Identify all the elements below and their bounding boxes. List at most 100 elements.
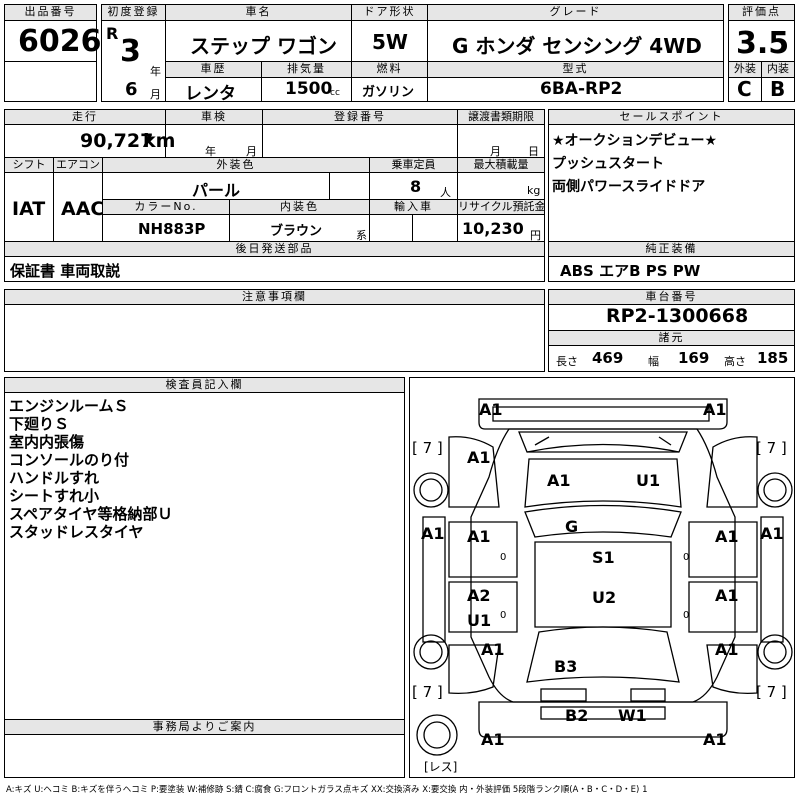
ac: AAC	[61, 198, 105, 220]
equipment-header: 純正装備	[548, 241, 795, 257]
recycle-header: リサイクル預託金	[457, 199, 545, 215]
exterior-color: パール	[192, 181, 241, 200]
damage-mark: A1	[703, 400, 727, 419]
max-load-unit: kg	[527, 184, 541, 197]
door-type: 5W	[372, 30, 408, 54]
plate-header: 登録番号	[262, 109, 458, 125]
shift-header: シフト	[4, 157, 54, 173]
interior-color-header: 内装色	[229, 199, 370, 215]
plate-cell	[262, 124, 458, 158]
later-parts-header: 後日発送部品	[4, 241, 545, 257]
damage-mark: U1	[636, 471, 661, 490]
model-header: 型式	[427, 61, 724, 78]
office-cell	[4, 734, 405, 778]
chassis-number: RP2-1300668	[606, 305, 749, 327]
door-zero: 0	[683, 610, 690, 621]
import-sub-cell	[369, 214, 413, 242]
damage-mark: B2	[565, 706, 589, 725]
damage-mark: A1	[715, 640, 739, 659]
exterior-grade: C	[737, 77, 752, 101]
max-load-header: 最大積載量	[457, 157, 545, 173]
inspector-header: 検査員記入欄	[4, 377, 405, 393]
damage-mark: U1	[467, 611, 492, 630]
seats: 8	[410, 177, 422, 196]
damage-mark: S1	[592, 548, 615, 567]
fuel: ガソリン	[362, 85, 415, 100]
score-header: 評価点	[728, 4, 795, 21]
notes-cell	[4, 304, 545, 372]
inspector-line-8: スタッドレスタイヤ	[9, 523, 144, 541]
damage-mark: A1	[703, 730, 727, 749]
history: レンタ	[185, 84, 236, 104]
mileage-header: 走行	[4, 109, 166, 125]
reg-month: 6	[125, 79, 138, 100]
seats-unit: 人	[440, 186, 451, 199]
seats-header: 乗車定員	[369, 157, 458, 173]
damage-mark: U2	[592, 588, 617, 607]
damage-mark: A1	[481, 640, 505, 659]
door-zero: 0	[500, 552, 507, 563]
lot-blank-cell	[4, 61, 97, 102]
notes-header: 注意事項欄	[4, 289, 545, 305]
lot-number-header: 出品番号	[4, 4, 97, 21]
car-name: ステップ ワゴン	[190, 34, 337, 58]
damage-mark: A1	[547, 471, 571, 490]
spare-tire-label: [レス]	[424, 760, 458, 774]
import-header: 輸入車	[369, 199, 458, 215]
model-code: 6BA-RP2	[540, 79, 623, 99]
office-header: 事務局よりご案内	[4, 719, 405, 735]
color-sub-cell	[329, 172, 370, 200]
fuel-header: 燃料	[351, 61, 428, 78]
inspection-header: 車検	[165, 109, 263, 125]
year-unit: 年	[150, 65, 161, 78]
first-registration-header: 初度登録	[101, 4, 166, 21]
damage-mark: A1	[479, 400, 503, 419]
tire-tread-rr: [ 7 ]	[756, 683, 787, 701]
damage-mark: A1	[481, 730, 505, 749]
color-header: 外装色	[102, 157, 370, 173]
tire-tread-fl: [ 7 ]	[412, 439, 443, 457]
damage-mark: A1	[467, 448, 491, 467]
month-unit: 月	[150, 88, 161, 101]
damage-mark: A1	[715, 586, 739, 605]
damage-mark: A1	[715, 527, 739, 546]
shift: IAT	[12, 198, 46, 220]
ac-header: エアコン	[53, 157, 103, 173]
equipment: ABS エアB PS PW	[560, 262, 701, 280]
lot-number: 6026	[18, 24, 102, 59]
sales-line-1: ★オークションデビュー★	[552, 133, 718, 149]
car-name-header: 車名	[165, 4, 352, 21]
interior-grade: B	[770, 77, 786, 101]
grade-header: グレード	[427, 4, 724, 21]
interior-header: 内装	[761, 61, 795, 78]
damage-mark: A1	[467, 527, 491, 546]
specs-header: 諸元	[548, 330, 795, 346]
chassis-header: 車台番号	[548, 289, 795, 305]
damage-mark: A1	[760, 524, 784, 543]
legend: A:キズ U:ヘコミ B:キズを伴うヘコミ P:要塗装 W:補修跡 S:錆 C:…	[6, 785, 648, 795]
height: 185	[757, 349, 789, 367]
length: 469	[592, 349, 624, 367]
interior-color: ブラウン	[270, 224, 323, 239]
tire-tread-fr: [ 7 ]	[756, 439, 787, 457]
damage-mark: B3	[554, 657, 578, 676]
sales-line-3: 両側パワースライドドア	[552, 179, 706, 195]
door-zero: 0	[683, 552, 690, 563]
door-zero: 0	[500, 610, 507, 621]
damage-mark: A2	[467, 586, 491, 605]
damage-mark: A1	[421, 524, 445, 543]
later-parts: 保証書 車両取説	[10, 262, 121, 280]
car-damage-diagram	[413, 398, 793, 756]
history-header: 車歴	[165, 61, 262, 78]
grade: G ホンダ センシング 4WD	[452, 34, 702, 58]
reg-year: 3	[120, 34, 141, 69]
recycle-fee: 10,230	[462, 219, 524, 238]
door-header: ドア形状	[351, 4, 428, 21]
height-label: 高さ	[724, 355, 746, 368]
tire-tread-rl: [ 7 ]	[412, 683, 443, 701]
transfer-deadline-header: 譲渡書類期限	[457, 109, 545, 125]
exterior-header: 外装	[728, 61, 762, 78]
era: R	[106, 24, 119, 43]
sales-line-2: プッシュスタート	[552, 156, 664, 172]
displacement-header: 排気量	[261, 61, 352, 78]
